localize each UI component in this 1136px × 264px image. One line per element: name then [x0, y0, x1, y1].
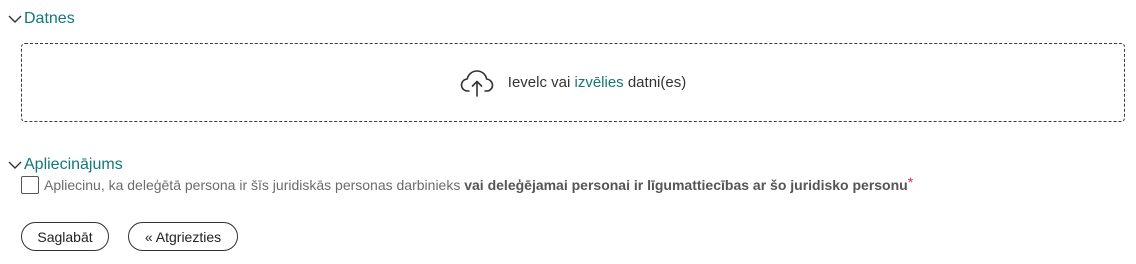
browse-files-link[interactable]: izvēlies [574, 74, 623, 91]
section-title-confirmation: Apliecinājums [24, 156, 123, 173]
file-dropzone[interactable]: Ievelc vai izvēlies datni(es) [21, 43, 1125, 122]
section-header-confirmation[interactable]: Apliecinājums [8, 156, 123, 174]
dropzone-text: Ievelc vai izvēlies datni(es) [508, 74, 686, 91]
confirmation-label-bold: vai deleģējamai personai ir līgumattiecī… [464, 177, 908, 193]
chevron-down-icon [8, 161, 22, 169]
dropzone-text-after: datni(es) [623, 74, 687, 91]
back-button[interactable]: « Atgriezties [128, 222, 238, 251]
confirmation-label: Apliecinu, ka deleģētā persona ir šīs ju… [44, 177, 908, 193]
section-header-files[interactable]: Datnes [8, 10, 75, 28]
save-button[interactable]: Saglabāt [21, 222, 109, 251]
dropzone-text-before: Ievelc vai [507, 74, 575, 91]
required-marker: * [907, 174, 914, 190]
chevron-down-icon [8, 15, 22, 23]
page: Datnes Ievelc vai izvēlies datni(es) Apl… [0, 0, 1136, 264]
confirmation-label-normal: Apliecinu, ka deleģētā persona ir šīs ju… [44, 177, 465, 193]
confirmation-row: Apliecinu, ka deleģētā persona ir šīs ju… [21, 174, 914, 194]
section-title-files: Datnes [24, 10, 75, 27]
confirmation-checkbox[interactable] [21, 176, 39, 194]
cloud-upload-icon [460, 69, 494, 97]
